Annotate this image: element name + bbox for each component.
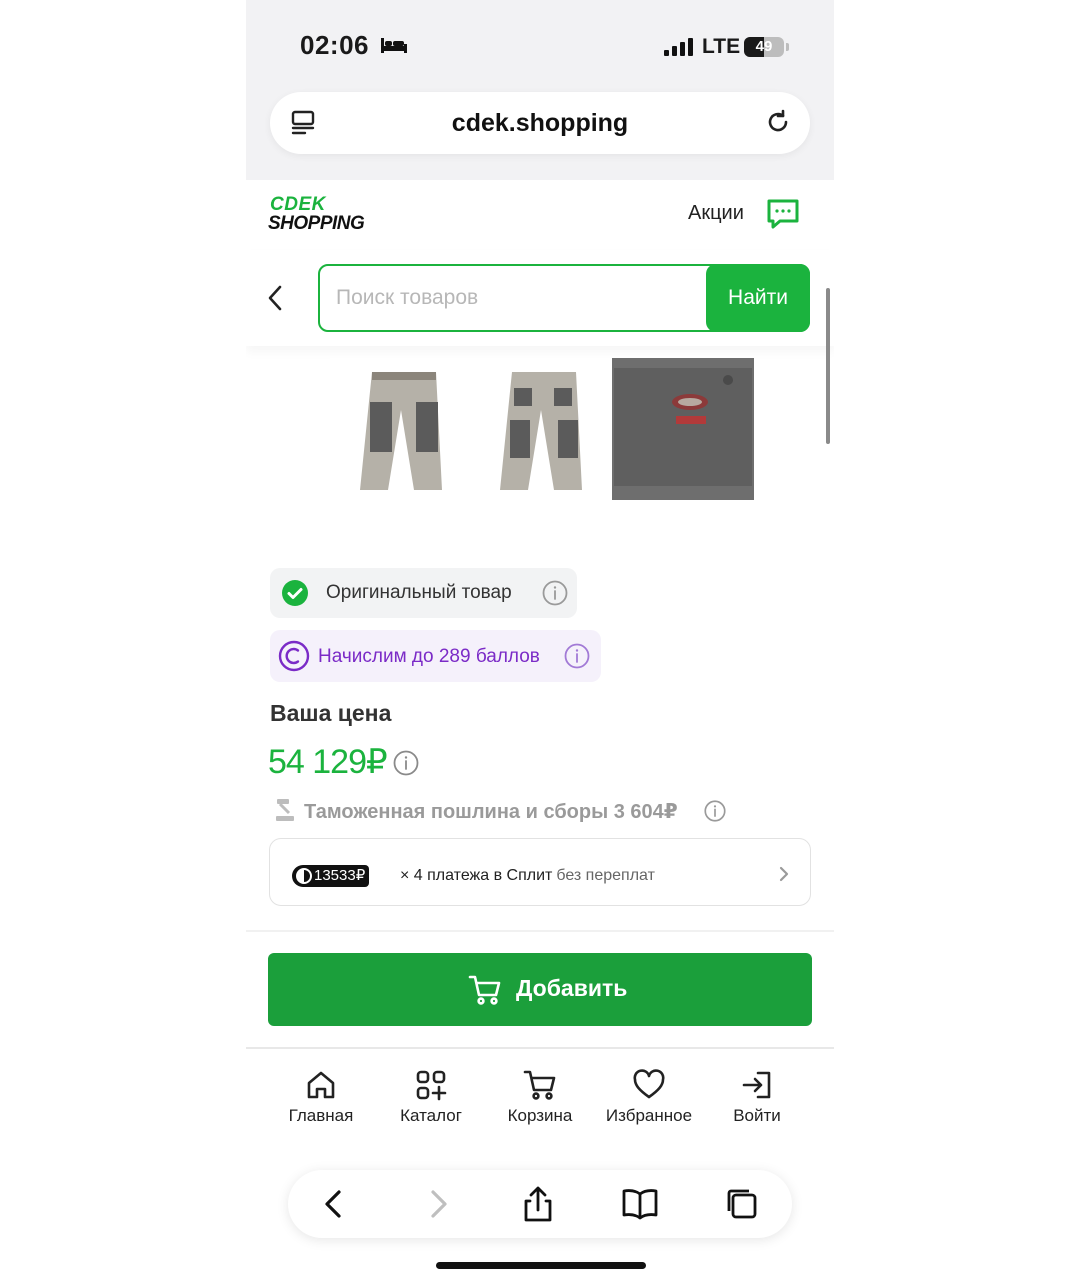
nav-login[interactable]: Войти xyxy=(702,1068,812,1126)
add-to-cart-label: Добавить xyxy=(516,975,628,1001)
address-bar[interactable]: cdek.shopping xyxy=(270,92,810,154)
product-thumbnail-back[interactable] xyxy=(470,358,612,500)
cdek-shopping-logo[interactable]: CDEK SHOPPING xyxy=(268,194,368,234)
reload-icon[interactable] xyxy=(764,108,792,136)
status-time: 02:06 xyxy=(300,30,369,60)
divider xyxy=(246,1047,834,1049)
check-circle-icon xyxy=(282,580,308,606)
back-chevron-icon[interactable] xyxy=(264,284,288,312)
url-text[interactable]: cdek.shopping xyxy=(270,109,810,138)
site-header: CDEK SHOPPING Акции xyxy=(246,180,834,250)
add-to-cart-button[interactable]: Добавить xyxy=(268,953,812,1026)
back-icon[interactable] xyxy=(314,1184,354,1224)
split-amount-pill: 13533₽ xyxy=(292,865,370,887)
chat-icon[interactable] xyxy=(766,198,800,230)
promotions-link[interactable]: Акции xyxy=(688,202,744,225)
product-price: 54 129₽ xyxy=(268,743,388,781)
loyalty-points-label: Начислим до 289 баллов xyxy=(318,646,540,667)
nav-cart-label: Корзина xyxy=(507,1106,573,1125)
nav-catalog-label: Каталог xyxy=(400,1106,462,1125)
customs-info-icon[interactable] xyxy=(704,800,726,822)
chevron-right-icon xyxy=(779,866,789,882)
cart-icon xyxy=(523,1070,556,1100)
points-info-icon[interactable] xyxy=(564,643,590,669)
search-row: Найти xyxy=(246,250,834,346)
nav-login-label: Войти xyxy=(733,1106,781,1125)
network-type: LTE xyxy=(702,35,741,58)
split-installments: × 4 платежа в Сплит xyxy=(400,867,553,884)
catalog-icon xyxy=(416,1070,447,1101)
nav-catalog[interactable]: Каталог xyxy=(376,1068,486,1126)
split-payment-card[interactable]: 13533₽ × 4 платежа в Сплит без переплат xyxy=(269,838,811,906)
bottom-navigation: Главная Каталог Корзина Избранное Войти xyxy=(246,1050,834,1150)
home-indicator xyxy=(436,1262,646,1269)
nav-home-label: Главная xyxy=(288,1106,354,1125)
split-amount: 13533₽ xyxy=(314,867,366,884)
product-thumbnail-front[interactable] xyxy=(330,358,472,500)
nav-cart[interactable]: Корзина xyxy=(485,1068,595,1126)
login-icon xyxy=(742,1071,771,1099)
share-icon[interactable] xyxy=(518,1184,558,1224)
nav-favorites[interactable]: Избранное xyxy=(594,1068,704,1126)
split-note: без переплат xyxy=(556,867,655,884)
divider xyxy=(246,930,834,932)
phone-screen: 02:06 LTE 49 cdek.shopping CDEK SHOPPING… xyxy=(246,0,834,1280)
heart-icon xyxy=(633,1069,665,1099)
price-label: Ваша цена xyxy=(270,700,392,726)
original-product-label: Оригинальный товар xyxy=(326,582,512,603)
status-bar: 02:06 LTE 49 xyxy=(246,0,834,84)
search-button[interactable]: Найти xyxy=(706,264,810,332)
price-info-icon[interactable] xyxy=(393,750,419,776)
logo-line-2: SHOPPING xyxy=(268,213,365,234)
customs-icon xyxy=(276,799,294,821)
loyalty-points-badge: Начислим до 289 баллов xyxy=(270,630,601,682)
battery-tip xyxy=(786,43,789,51)
info-icon[interactable] xyxy=(542,580,568,606)
home-icon xyxy=(307,1071,335,1099)
nav-favorites-label: Избранное xyxy=(605,1106,693,1125)
split-description: × 4 платежа в Сплит без переплат xyxy=(400,867,655,885)
search-input[interactable] xyxy=(336,266,696,330)
points-coin-icon xyxy=(278,640,310,672)
battery-icon: 49 xyxy=(744,37,784,57)
search-box: Найти xyxy=(318,264,810,332)
tabs-icon[interactable] xyxy=(722,1184,762,1224)
bed-icon xyxy=(381,38,407,53)
scroll-indicator[interactable] xyxy=(826,288,830,444)
split-logo-icon xyxy=(296,868,312,884)
original-product-badge: Оригинальный товар xyxy=(270,568,577,618)
product-thumbnail-detail[interactable] xyxy=(612,358,754,500)
forward-icon xyxy=(431,1190,447,1218)
cart-icon xyxy=(468,975,501,1005)
browser-toolbar xyxy=(288,1170,792,1238)
signal-icon xyxy=(664,38,693,56)
customs-fee-text: Таможенная пошлина и сборы 3 604₽ xyxy=(304,801,678,823)
battery-level: 49 xyxy=(755,38,773,55)
bookmarks-icon[interactable] xyxy=(620,1184,660,1224)
nav-home[interactable]: Главная xyxy=(266,1068,376,1126)
